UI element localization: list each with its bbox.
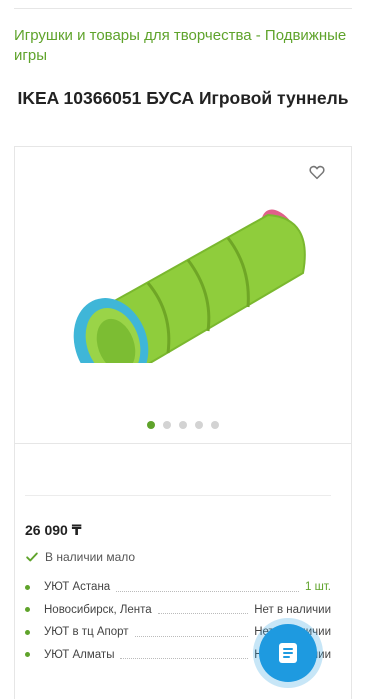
document-icon xyxy=(279,643,297,663)
pagination-dot[interactable] xyxy=(163,421,171,429)
breadcrumb[interactable]: Игрушки и товары для творчества - Подвиж… xyxy=(14,26,352,66)
dotted-leader xyxy=(134,635,249,637)
pagination-dot[interactable] xyxy=(147,421,155,429)
dotted-leader xyxy=(157,613,249,615)
product-image xyxy=(73,209,306,363)
product-price: 26 090 ₸ xyxy=(25,522,82,538)
store-row[interactable]: Новосибирск, Лента Нет в наличии xyxy=(25,599,331,622)
gallery-pagination xyxy=(15,421,351,429)
dotted-leader xyxy=(120,658,249,660)
breadcrumb-link[interactable]: Игрушки и товары для творчества - Подвиж… xyxy=(14,27,346,64)
bullet-dot xyxy=(25,607,30,613)
chat-fab-button[interactable] xyxy=(259,624,317,682)
pagination-dot[interactable] xyxy=(195,421,203,429)
dotted-leader xyxy=(116,590,299,592)
bullet-dot xyxy=(25,629,30,635)
pagination-dot[interactable] xyxy=(211,421,219,429)
bullet-dot xyxy=(25,584,30,590)
check-icon xyxy=(26,552,38,562)
bullet-dot xyxy=(25,652,30,658)
product-gallery[interactable] xyxy=(14,146,352,444)
store-name: УЮТ Алматы xyxy=(44,648,115,661)
divider xyxy=(25,495,331,496)
top-divider xyxy=(14,8,352,9)
heart-icon[interactable] xyxy=(308,163,326,181)
availability-text: В наличии мало xyxy=(45,550,136,564)
store-status: 1 шт. xyxy=(304,581,331,594)
store-name: Новосибирск, Лента xyxy=(44,603,152,616)
product-title: IKEA 10366051 БУСА Игровой туннель xyxy=(17,88,349,108)
store-name: УЮТ Астана xyxy=(44,581,111,594)
store-name: УЮТ в тц Апорт xyxy=(44,626,129,639)
pagination-dot[interactable] xyxy=(179,421,187,429)
availability-status: В наличии мало xyxy=(25,550,135,564)
store-row[interactable]: УЮТ Астана 1 шт. xyxy=(25,576,331,599)
store-status: Нет в наличии xyxy=(254,603,331,616)
